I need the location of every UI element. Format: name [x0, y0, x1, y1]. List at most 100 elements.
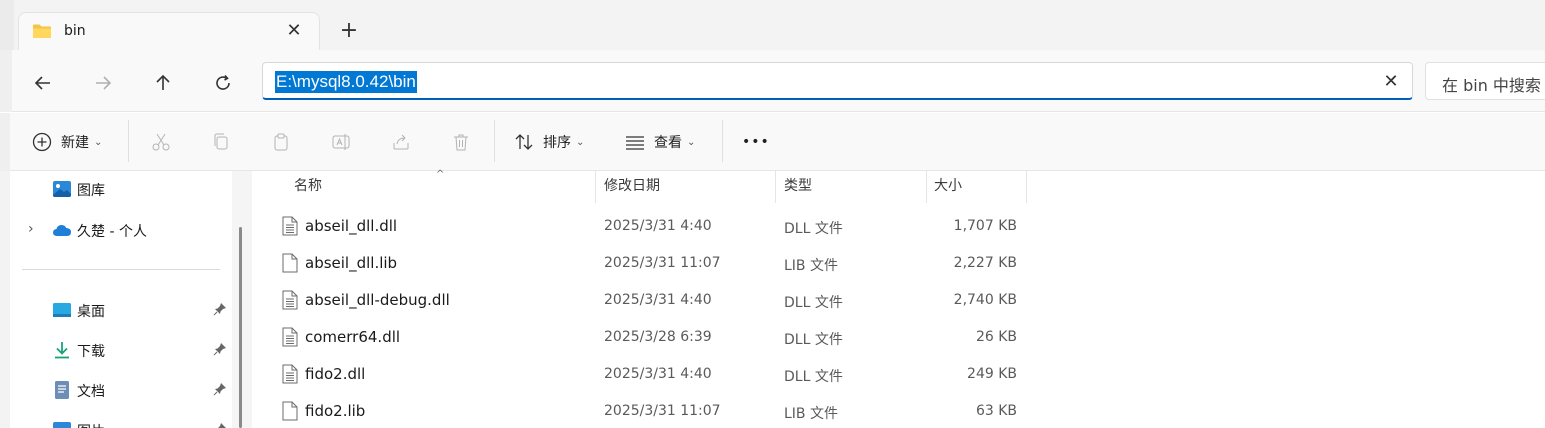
tab-strip: bin ✕ +: [0, 0, 1545, 52]
sidebar-item-desktop[interactable]: 桌面: [10, 292, 230, 328]
toolbar-divider: [722, 120, 723, 162]
file-name: abseil_dll.dll: [305, 217, 398, 235]
arrow-left-icon: [34, 75, 50, 90]
sort-arrows-icon: [515, 134, 533, 150]
file-modified: 2025/3/28 6:39: [604, 329, 712, 345]
onedrive-cloud-icon: [53, 225, 71, 236]
paste-button[interactable]: [270, 125, 292, 159]
desktop-icon: [53, 303, 71, 317]
column-header-type[interactable]: 类型: [784, 171, 812, 203]
tab-bin[interactable]: bin ✕: [18, 12, 320, 52]
dll-file-icon: [282, 290, 298, 310]
column-divider[interactable]: [1026, 171, 1027, 203]
table-row[interactable]: comerr64.dll 2025/3/28 6:39 DLL 文件 26 KB: [270, 320, 1030, 354]
sidebar-item-pictures[interactable]: 图片: [10, 412, 230, 428]
new-button[interactable]: 新建 ⌄: [31, 125, 102, 159]
sidebar-item-label: 久楚 - 个人: [77, 224, 147, 240]
more-options-button[interactable]: •••: [742, 125, 770, 159]
file-type: LIB 文件: [784, 406, 838, 422]
clipboard-icon: [274, 133, 288, 151]
pin-icon: [213, 422, 227, 428]
sort-ascending-icon: ^: [436, 169, 445, 180]
file-modified: 2025/3/31 4:40: [604, 366, 712, 382]
address-value[interactable]: E:\mysql8.0.42\bin: [275, 71, 417, 93]
sidebar-item-onedrive[interactable]: › 久楚 - 个人: [10, 212, 230, 248]
file-name: fido2.lib: [305, 402, 366, 420]
column-divider[interactable]: [926, 171, 927, 203]
file-size: 1,707 KB: [953, 218, 1017, 234]
table-row[interactable]: fido2.lib 2025/3/31 11:07 LIB 文件 63 KB: [270, 394, 1030, 428]
dll-file-icon: [282, 364, 298, 384]
file-type: LIB 文件: [784, 258, 838, 274]
sidebar-item-gallery[interactable]: 图库: [10, 171, 230, 207]
address-row: E:\mysql8.0.42\bin ✕ 在 bin 中搜索: [0, 50, 1545, 112]
table-row[interactable]: fido2.dll 2025/3/31 4:40 DLL 文件 249 KB: [270, 357, 1030, 391]
toolbar-divider: [494, 120, 495, 162]
folder-icon: [33, 24, 51, 38]
column-divider[interactable]: [595, 171, 596, 203]
share-icon: [393, 134, 409, 150]
tab-close-icon[interactable]: ✕: [283, 19, 305, 43]
file-modified: 2025/3/31 11:07: [604, 255, 721, 271]
file-size: 26 KB: [975, 329, 1017, 345]
plus-circle-icon: [32, 132, 52, 152]
dll-file-icon: [282, 327, 298, 347]
pin-icon: [213, 382, 227, 396]
column-divider[interactable]: [775, 171, 776, 203]
share-button[interactable]: [390, 125, 412, 159]
sidebar-item-downloads[interactable]: 下载: [10, 332, 230, 368]
search-placeholder: 在 bin 中搜索: [1442, 76, 1541, 95]
refresh-button[interactable]: [205, 64, 241, 98]
expand-chevron-icon[interactable]: ›: [28, 221, 34, 237]
arrow-up-icon: [156, 74, 170, 90]
file-name: comerr64.dll: [305, 328, 401, 346]
copy-button[interactable]: [210, 125, 232, 159]
back-button[interactable]: [25, 64, 61, 98]
table-row[interactable]: abseil_dll.dll 2025/3/31 4:40 DLL 文件 1,7…: [270, 209, 1030, 243]
file-type: DLL 文件: [784, 332, 843, 348]
sidebar-scrollbar[interactable]: [239, 227, 242, 428]
file-name: fido2.dll: [305, 365, 366, 383]
pin-icon: [213, 342, 227, 356]
sidebar-item-label: 图片: [77, 421, 105, 428]
table-row[interactable]: abseil_dll-debug.dll 2025/3/31 4:40 DLL …: [270, 283, 1030, 317]
scissors-icon: [152, 133, 170, 151]
view-button[interactable]: 查看 ⌄: [624, 125, 695, 159]
tab-title: bin: [64, 23, 86, 39]
sidebar-item-documents[interactable]: 文档: [10, 372, 230, 408]
sort-label: 排序: [543, 135, 571, 151]
rename-button[interactable]: [330, 125, 352, 159]
arrow-right-icon: [96, 75, 112, 90]
toolbar-divider: [128, 120, 129, 162]
file-name: abseil_dll-debug.dll: [305, 291, 450, 309]
file-modified: 2025/3/31 4:40: [604, 292, 712, 308]
lib-file-icon: [282, 253, 298, 273]
sidebar-divider: [22, 269, 220, 270]
address-bar[interactable]: E:\mysql8.0.42\bin ✕: [262, 62, 1413, 100]
chevron-down-icon: ⌄: [94, 136, 103, 148]
file-size: 2,740 KB: [953, 292, 1017, 308]
sort-button[interactable]: 排序 ⌄: [513, 125, 584, 159]
file-size: 2,227 KB: [953, 255, 1017, 271]
cut-button[interactable]: [150, 125, 172, 159]
clear-address-icon[interactable]: ✕: [1379, 70, 1403, 94]
refresh-icon: [216, 74, 230, 90]
column-header-size[interactable]: 大小: [934, 171, 962, 203]
file-type: DLL 文件: [784, 295, 843, 311]
new-tab-button[interactable]: +: [334, 18, 364, 46]
column-header-modified[interactable]: 修改日期: [604, 171, 660, 203]
forward-button[interactable]: [85, 64, 121, 98]
search-box[interactable]: 在 bin 中搜索: [1425, 62, 1545, 100]
chevron-down-icon: ⌄: [687, 136, 696, 148]
file-modified: 2025/3/31 4:40: [604, 218, 712, 234]
chevron-down-icon: ⌄: [576, 136, 585, 148]
new-label: 新建: [61, 135, 89, 151]
gallery-icon: [53, 181, 71, 197]
up-button[interactable]: [145, 64, 181, 98]
table-row[interactable]: abseil_dll.lib 2025/3/31 11:07 LIB 文件 2,…: [270, 246, 1030, 280]
column-header-name[interactable]: 名称: [294, 171, 322, 203]
sidebar-item-label: 下载: [77, 344, 105, 360]
view-label: 查看: [654, 135, 682, 151]
navigation-pane: 图库 › 久楚 - 个人 桌面 下载 文档 图片: [0, 171, 252, 428]
delete-button[interactable]: [450, 125, 472, 159]
